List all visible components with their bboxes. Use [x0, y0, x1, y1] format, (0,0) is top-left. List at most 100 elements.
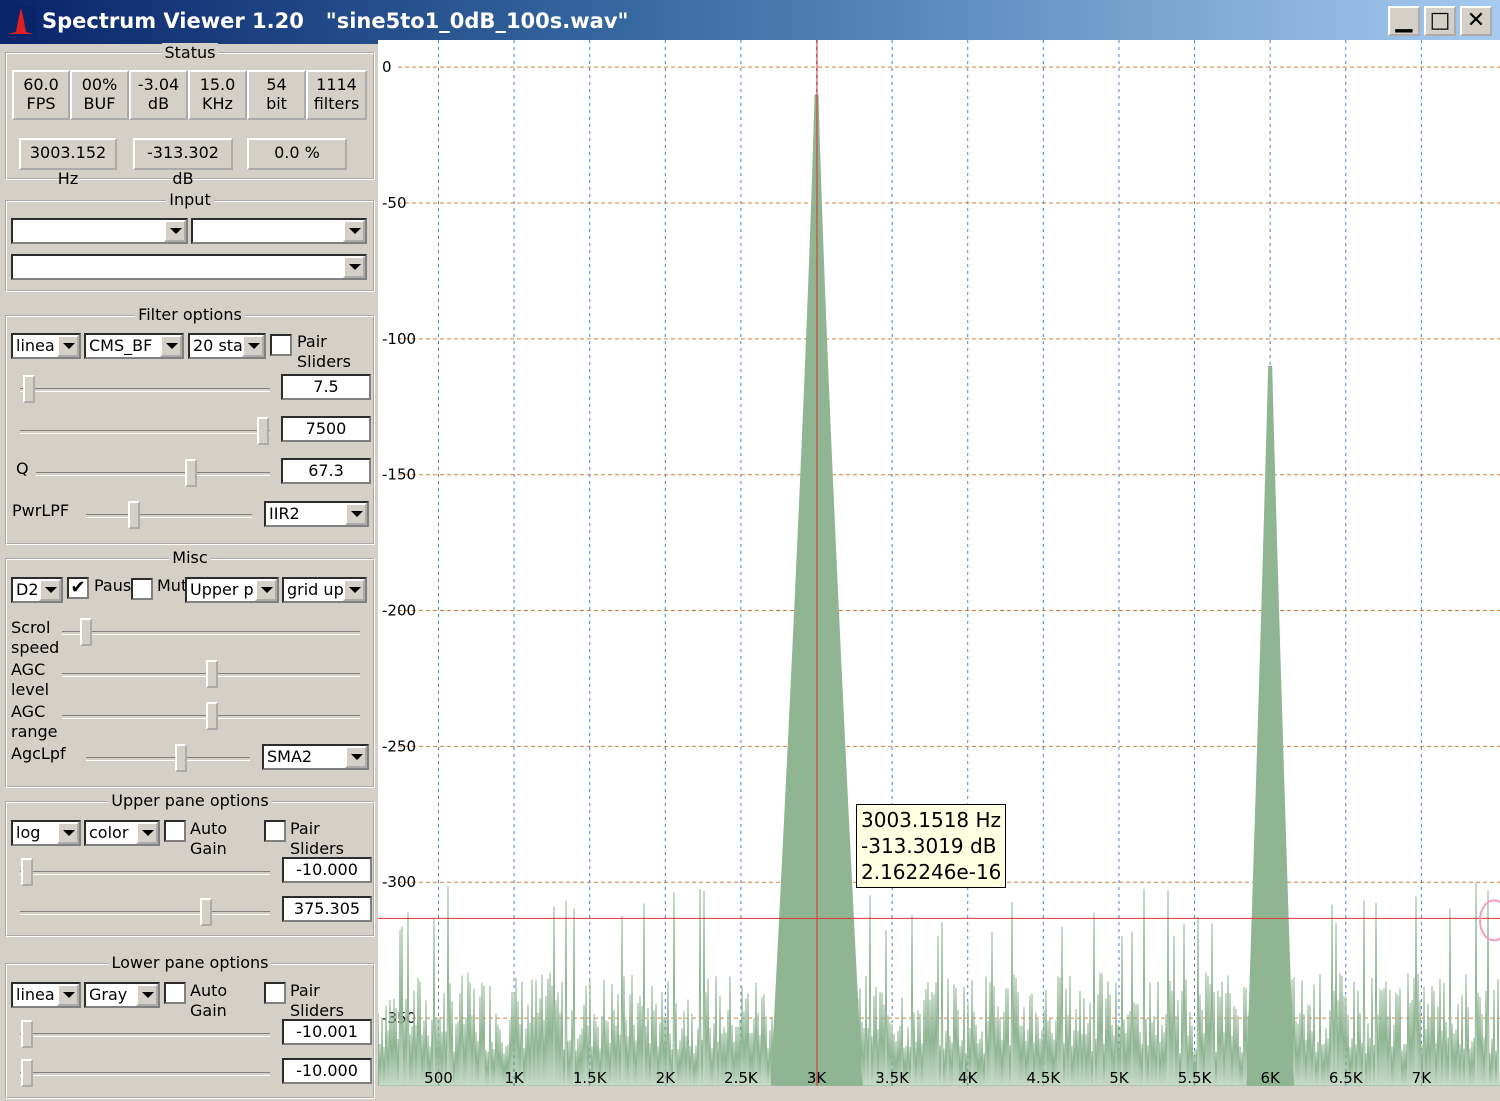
status-unit: KHz: [202, 94, 233, 113]
filter-high-slider-thumb[interactable]: [257, 417, 269, 445]
noise-floor: [378, 882, 1500, 1087]
q-value[interactable]: 67.3: [281, 458, 371, 484]
upper-pane-legend: Upper pane options: [5, 791, 375, 810]
input-channel-combo[interactable]: [191, 218, 367, 244]
filter-stages-combo[interactable]: 20 sta: [188, 333, 266, 359]
upper-scale-combo[interactable]: log: [11, 820, 81, 846]
agc-level-slider-thumb[interactable]: [206, 660, 218, 688]
plot-bottom-bar: [378, 1086, 1500, 1101]
x-tick-label: 5.5K: [1178, 1069, 1213, 1087]
upper-auto-gain-checkbox[interactable]: [164, 820, 186, 842]
status-box: 60.0 FPS: [12, 70, 70, 120]
maximize-button[interactable]: □: [1424, 6, 1456, 36]
misc-upper-combo[interactable]: Upper p: [185, 577, 279, 603]
filter-high-slider[interactable]: [20, 430, 270, 434]
input-device-combo[interactable]: [11, 218, 188, 244]
input-source-combo[interactable]: [11, 254, 367, 280]
upper-min-slider-thumb[interactable]: [21, 858, 33, 886]
mute-checkbox[interactable]: [131, 578, 153, 600]
lower-pair-label: Pair Sliders: [290, 981, 344, 1020]
status-value: 00%: [81, 75, 118, 94]
chevron-down-icon: [343, 256, 365, 278]
close-icon: ✕: [1466, 8, 1486, 33]
status-box: 54 bit: [247, 70, 306, 120]
scroll-speed-slider[interactable]: [62, 631, 360, 635]
q-slider[interactable]: [36, 472, 270, 476]
lower-min-value[interactable]: -10.001: [282, 1019, 372, 1045]
filter-low-slider-thumb[interactable]: [23, 375, 35, 403]
status-value: 15.0: [199, 75, 236, 94]
x-tick-label: 7K: [1412, 1069, 1433, 1087]
lower-max-slider-thumb[interactable]: [21, 1059, 33, 1087]
lower-auto-gain-checkbox[interactable]: [164, 982, 186, 1004]
y-tick-label: -100: [382, 330, 416, 348]
mute-label: Mut: [157, 576, 188, 595]
lower-min-slider-thumb[interactable]: [21, 1020, 33, 1048]
chevron-down-icon: [136, 984, 158, 1006]
upper-min-slider[interactable]: [20, 871, 270, 875]
agclpf-slider-thumb[interactable]: [175, 744, 187, 772]
misc-d-combo[interactable]: D2: [11, 577, 63, 603]
input-legend: Input: [5, 190, 375, 209]
pwrlpf-combo[interactable]: IIR2: [264, 501, 369, 527]
scroll-speed-slider-thumb[interactable]: [80, 618, 92, 646]
agclpf-combo[interactable]: SMA2: [262, 744, 369, 770]
status-unit: FPS: [26, 94, 56, 113]
upper-pair-sliders-checkbox[interactable]: [264, 820, 286, 842]
agc-range-slider-thumb[interactable]: [206, 702, 218, 730]
chevron-down-icon: [136, 822, 158, 844]
chevron-down-icon: [343, 579, 365, 601]
filter-high-value[interactable]: 7500: [281, 416, 371, 442]
x-tick-label: 1K: [504, 1069, 525, 1087]
chevron-down-icon: [57, 984, 79, 1006]
tooltip-level: -313.3019 dB: [861, 834, 997, 858]
pause-label: Paus: [94, 576, 132, 595]
spectrum-chart[interactable]: 0-50-100-150-200-250-300-350500 1K 1.5K 2K 2…: [378, 40, 1500, 1101]
lower-color-combo[interactable]: Gray: [84, 982, 160, 1008]
chevron-down-icon: [39, 579, 61, 601]
lower-min-slider[interactable]: [20, 1033, 270, 1037]
chevron-down-icon: [57, 335, 79, 357]
pwrlpf-slider-thumb[interactable]: [128, 501, 140, 529]
chevron-down-icon: [57, 822, 79, 844]
spectrum-plot[interactable]: 0 -50 -100 -150 -200 -250 -300 -350 500 1K 1.5K 2K 2…: [378, 40, 1500, 1101]
lower-scale-combo[interactable]: linea: [11, 982, 81, 1008]
close-button[interactable]: ✕: [1460, 6, 1492, 36]
upper-pair-label: Pair Sliders: [290, 819, 344, 858]
status-box: 00% BUF: [70, 70, 129, 120]
x-tick-label: 4.5K: [1026, 1069, 1061, 1087]
minimize-button[interactable]: ▁: [1388, 6, 1420, 36]
pwrlpf-slider[interactable]: [86, 514, 252, 518]
x-tick-label: 2K: [656, 1069, 677, 1087]
lower-pair-sliders-checkbox[interactable]: [264, 982, 286, 1004]
chevron-down-icon: [255, 579, 277, 601]
filter-low-slider[interactable]: [20, 388, 270, 392]
pause-checkbox[interactable]: ✔: [67, 577, 89, 599]
q-slider-thumb[interactable]: [185, 459, 197, 487]
upper-min-value[interactable]: -10.000: [282, 857, 372, 883]
lower-max-slider[interactable]: [20, 1072, 270, 1076]
minimize-icon: ▁: [1395, 8, 1413, 33]
chevron-down-icon: [345, 503, 367, 525]
scroll-speed-label: Scrol speed: [11, 618, 60, 657]
upper-max-slider[interactable]: [20, 911, 270, 915]
freq-readout: 3003.152 Hz: [19, 138, 117, 188]
status-value: 1114: [316, 75, 357, 94]
chevron-down-icon: [164, 220, 186, 242]
lower-max-value[interactable]: -10.000: [282, 1058, 372, 1084]
upper-max-value[interactable]: 375.305: [282, 896, 372, 922]
filter-type-combo[interactable]: CMS_BF: [84, 333, 184, 359]
filter-scale-combo[interactable]: linea: [11, 333, 81, 359]
upper-color-combo[interactable]: color: [84, 820, 160, 846]
chevron-down-icon: [345, 746, 367, 768]
x-tick-label: 4K: [958, 1069, 979, 1087]
misc-grid-combo[interactable]: grid up: [282, 577, 367, 603]
cursor-tooltip: 3003.1518 Hz -313.3019 dB 2.162246e-16: [856, 804, 1007, 888]
y-tick-label: -150: [382, 466, 416, 484]
x-tick-label: 5K: [1109, 1069, 1130, 1087]
filter-low-value[interactable]: 7.5: [281, 374, 371, 400]
upper-max-slider-thumb[interactable]: [200, 898, 212, 926]
status-unit: dB: [147, 94, 170, 113]
agclpf-slider[interactable]: [86, 757, 250, 761]
filter-pair-sliders-checkbox[interactable]: [270, 334, 292, 356]
